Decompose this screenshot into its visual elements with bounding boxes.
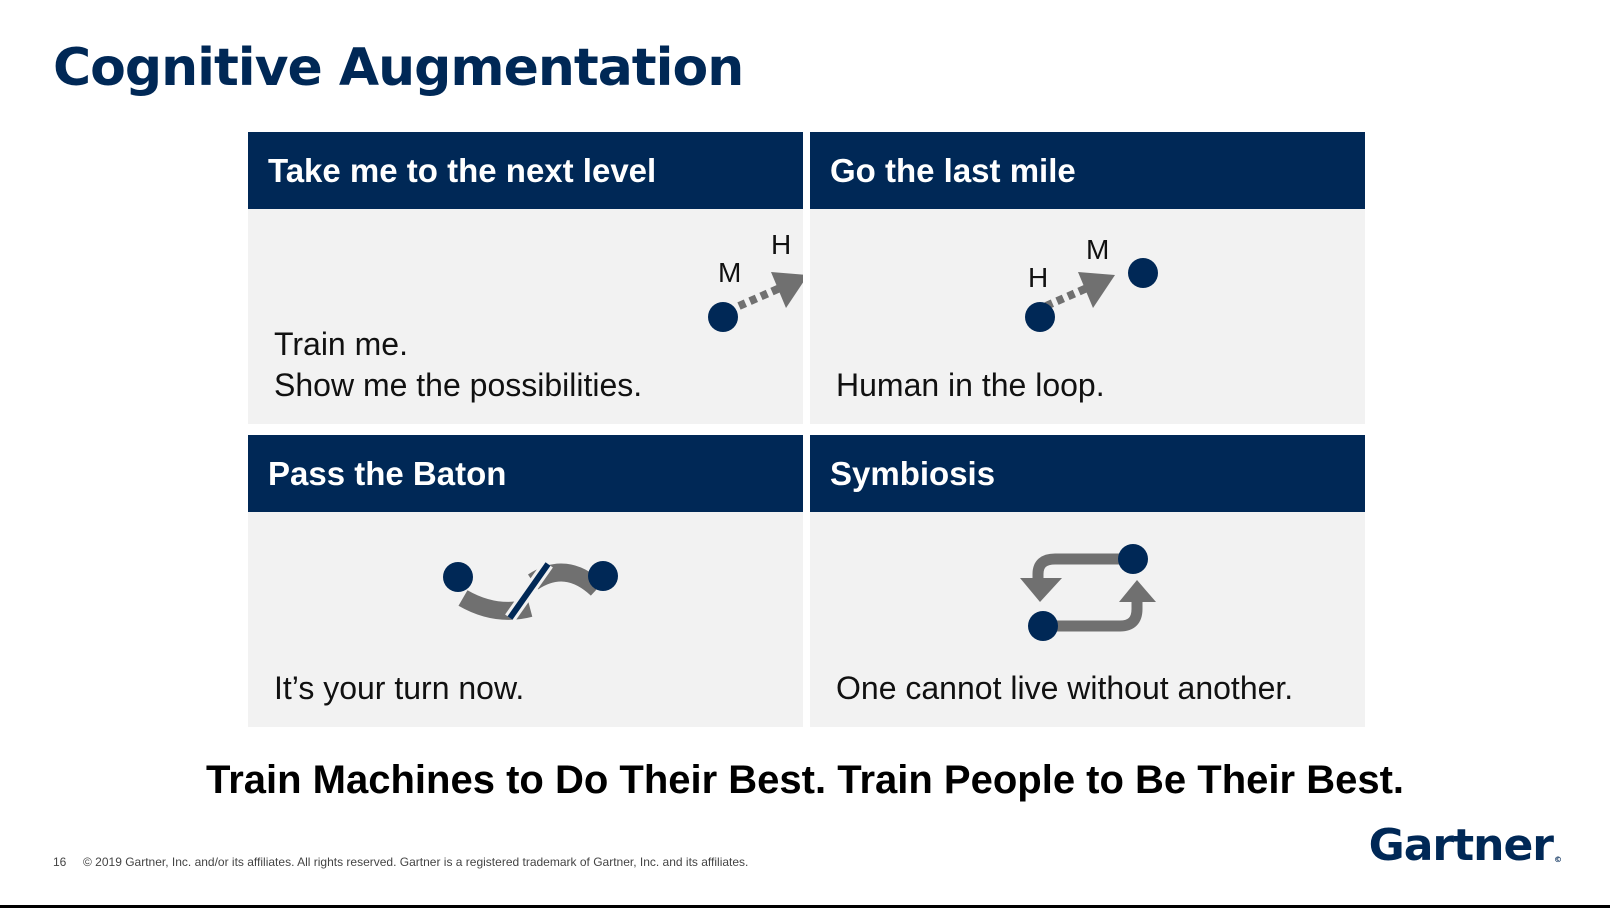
quadrant-heading: Take me to the next level xyxy=(248,132,803,209)
quadrant-heading: Symbiosis xyxy=(810,435,1365,512)
brand-mark: © xyxy=(1554,855,1562,864)
quadrant-body: H M Human in the loop. xyxy=(810,209,1365,424)
quadrant-body: M H Train me. Show me the possibilities. xyxy=(248,209,803,424)
quadrant-heading: Pass the Baton xyxy=(248,435,803,512)
text-line: One cannot live without another. xyxy=(836,670,1294,706)
quadrant-symbiosis: Symbiosis One cannot live without anothe… xyxy=(810,435,1365,727)
quadrant-next-level: Take me to the next level M H Train me. … xyxy=(248,132,803,424)
label-h: H xyxy=(771,229,791,260)
quadrant-pass-baton: Pass the Baton It’s your turn now. xyxy=(248,435,803,727)
quadrant-body: One cannot live without another. xyxy=(810,512,1365,727)
quadrant-text: Train me. Show me the possibilities. xyxy=(274,324,642,406)
page-number: 16 xyxy=(53,855,67,869)
text-line: Human in the loop. xyxy=(836,367,1105,403)
text-line: It’s your turn now. xyxy=(274,670,525,706)
slide-tagline: Train Machines to Do Their Best. Train P… xyxy=(205,758,1405,802)
copyright-notice: © 2019 Gartner, Inc. and/or its affiliat… xyxy=(83,855,749,869)
gartner-logo: Gartner© xyxy=(1369,820,1562,871)
quadrant-heading: Go the last mile xyxy=(810,132,1365,209)
text-line: Train me. xyxy=(274,326,408,362)
slide-title: Cognitive Augmentation xyxy=(53,38,744,98)
quadrant-last-mile: Go the last mile H M Human in the loop. xyxy=(810,132,1365,424)
quadrant-text: Human in the loop. xyxy=(836,365,1105,406)
quadrant-text: One cannot live without another. xyxy=(836,668,1293,709)
label-m: M xyxy=(1086,234,1109,265)
brand-name: Gartner xyxy=(1368,820,1554,871)
quadrant-text: It’s your turn now. xyxy=(274,668,524,709)
text-line: Show me the possibilities. xyxy=(274,367,643,403)
quadrant-body: It’s your turn now. xyxy=(248,512,803,727)
label-h: H xyxy=(1028,262,1048,293)
label-m: M xyxy=(718,257,741,288)
